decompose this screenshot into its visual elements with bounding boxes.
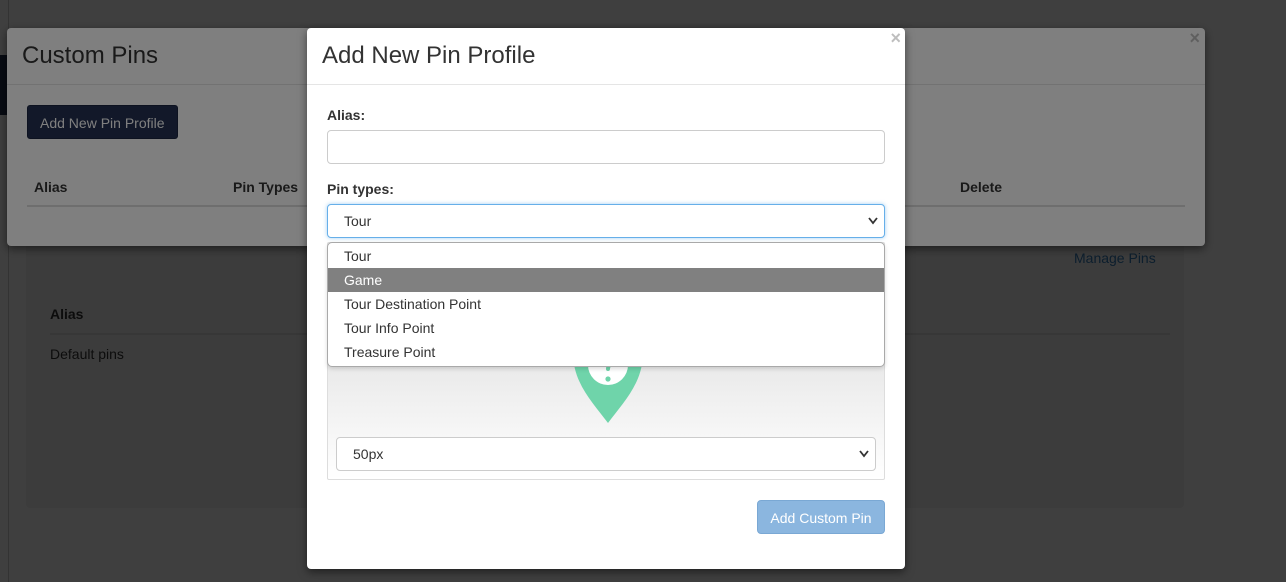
pin-type-option-treasure-point[interactable]: Treasure Point <box>328 340 884 364</box>
modal-title: Add New Pin Profile <box>322 42 536 69</box>
chevron-down-icon <box>859 438 869 483</box>
pin-size-select[interactable]: 50px <box>336 437 876 471</box>
pin-types-dropdown: Tour Game Tour Destination Point Tour In… <box>327 242 885 367</box>
alias-label: Alias: <box>327 107 366 123</box>
pin-type-option-game[interactable]: Game <box>328 268 884 292</box>
pin-types-label: Pin types: <box>327 181 394 197</box>
pin-size-selected-value: 50px <box>353 446 384 462</box>
pin-types-select[interactable]: Tour <box>327 204 885 238</box>
pin-types-selected-value: Tour <box>344 213 372 229</box>
add-custom-pin-button[interactable]: Add Custom Pin <box>757 500 885 534</box>
pin-type-option-tour-destination-point[interactable]: Tour Destination Point <box>328 292 884 316</box>
alias-input[interactable] <box>327 130 885 164</box>
modal-header: Add New Pin Profile × <box>307 28 905 85</box>
close-icon[interactable]: × <box>890 29 901 47</box>
pin-type-option-tour[interactable]: Tour <box>328 244 884 268</box>
pin-type-option-tour-info-point[interactable]: Tour Info Point <box>328 316 884 340</box>
add-pin-profile-modal: Add New Pin Profile × Alias: Pin types: … <box>307 28 905 569</box>
